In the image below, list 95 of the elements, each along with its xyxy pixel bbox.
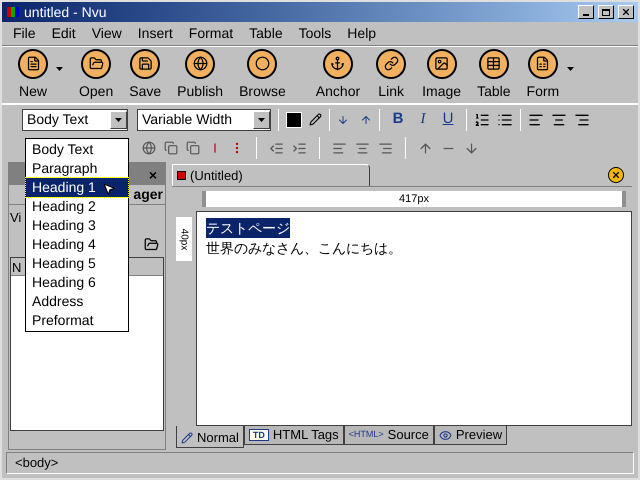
document-icon [177,171,186,180]
menu-item[interactable]: File [6,23,43,44]
close-tab-icon[interactable] [608,167,624,183]
menu-item[interactable]: Format [182,23,240,44]
preview-icon [438,428,452,442]
window-title: untitled - Nvu [24,2,108,22]
toolbar-icon [528,48,558,78]
minimize-button[interactable] [578,5,594,19]
menu-item[interactable]: View [84,23,129,44]
valign-icon[interactable] [418,140,433,156]
horizontal-ruler: 417px [202,191,626,207]
toolbar-icon [18,48,48,78]
caret-icon [56,67,63,71]
toolbar-button[interactable]: Form [518,48,582,102]
valign-icon[interactable] [464,140,479,156]
toolbar-button[interactable]: Publish [169,48,232,102]
menu-item[interactable]: Tools [292,23,338,44]
toolbar-icon [322,48,353,78]
maximize-icon [602,8,610,16]
caret-icon [567,67,574,71]
align-right-icon[interactable] [574,112,590,128]
toolbar-icon [130,48,160,78]
font-select[interactable]: Variable Width [137,108,271,130]
font-larger-icon[interactable] [360,114,372,126]
toolbar-button[interactable]: New [10,48,71,102]
toolbar-button[interactable]: Table [469,48,519,102]
align-icon[interactable] [332,140,347,156]
toolbar-icon [376,48,406,78]
folder-icon[interactable] [144,236,159,252]
bold-button[interactable]: B [387,108,409,131]
maximize-button[interactable] [598,5,614,19]
layer-icon[interactable] [186,141,200,155]
align-icon[interactable] [355,140,370,156]
mode-tab[interactable]: TD HTML Tags [244,426,344,445]
dropdown-option[interactable]: Heading 5 [26,254,128,273]
mode-tab[interactable]: <HTML> Source [344,426,434,445]
highlight-icon[interactable] [309,113,322,126]
panel-title: ager [133,185,163,204]
close-button[interactable] [618,5,634,19]
caret-icon [115,118,122,122]
dropdown-option[interactable]: Preformat [26,311,128,330]
menu-item[interactable]: Edit [44,23,83,44]
align-center-icon[interactable] [551,112,567,128]
paragraph-select[interactable]: Body Text [22,108,128,130]
dropdown-option[interactable]: Heading 4 [26,235,128,254]
mode-tab[interactable]: Preview [434,426,508,445]
text-color-swatch[interactable] [286,112,302,128]
close-button[interactable]: × [148,164,157,186]
indent-icon[interactable] [292,140,307,156]
dropdown-option[interactable]: Heading 3 [26,216,128,235]
tag-icon: TD [248,429,269,441]
underline-button[interactable]: U [437,108,459,131]
close-icon [621,7,631,17]
menu-item[interactable]: Table [242,23,290,44]
align-left-icon[interactable] [528,112,544,128]
dropdown-option[interactable]: Heading 6 [26,273,128,292]
vertical-ruler: 40px [176,217,192,261]
dropdown-option[interactable]: Paragraph [26,159,128,178]
dropdown-option[interactable]: Heading 2 [26,197,128,216]
toolbar-button[interactable]: Anchor [308,48,368,102]
menu-item[interactable]: Insert [130,23,180,44]
toolbar-icon [247,48,278,78]
text-line: 世界のみなさん、こんにちは。 [206,239,402,258]
minimize-icon [583,14,589,16]
pen-icon [181,432,193,444]
source-icon: <HTML> [348,428,384,442]
toolbar-button[interactable]: Link [368,48,414,102]
menu-item[interactable]: Help [340,23,384,44]
mouse-cursor-icon [102,182,116,196]
toolbar-icon [81,48,112,78]
dropdown-option[interactable]: Address [26,292,128,311]
app-icon [6,5,20,19]
caret-icon [258,118,265,122]
bullet-list-icon[interactable] [497,112,513,128]
object-icon[interactable] [142,141,156,155]
italic-button[interactable]: I [412,108,434,131]
toolbar-button[interactable]: Image [414,48,470,102]
toolbar-button[interactable]: Browse [231,48,294,102]
font-smaller-icon[interactable] [337,114,349,126]
toolbar-icon [185,48,216,78]
layer-icon[interactable] [164,141,178,155]
document-tab[interactable]: (Untitled) [172,164,370,186]
dropdown-option[interactable]: Body Text [26,140,128,159]
toolbar-button[interactable]: Open [71,48,122,102]
align-icon[interactable] [378,140,393,156]
view-label: Vi [10,209,22,228]
numbered-list-icon[interactable] [474,112,490,128]
toolbar-icon [426,48,457,78]
outdent-icon[interactable] [269,140,284,156]
toolbar-icon [478,48,509,78]
mode-tab[interactable]: Normal [176,426,244,448]
editor-area[interactable]: テストページ 世界のみなさん、こんにちは。 [196,211,632,426]
toolbar-button[interactable]: Save [121,48,170,102]
status-bar: <body> [6,452,634,474]
dropdown-option[interactable]: Heading 1 [26,178,128,197]
